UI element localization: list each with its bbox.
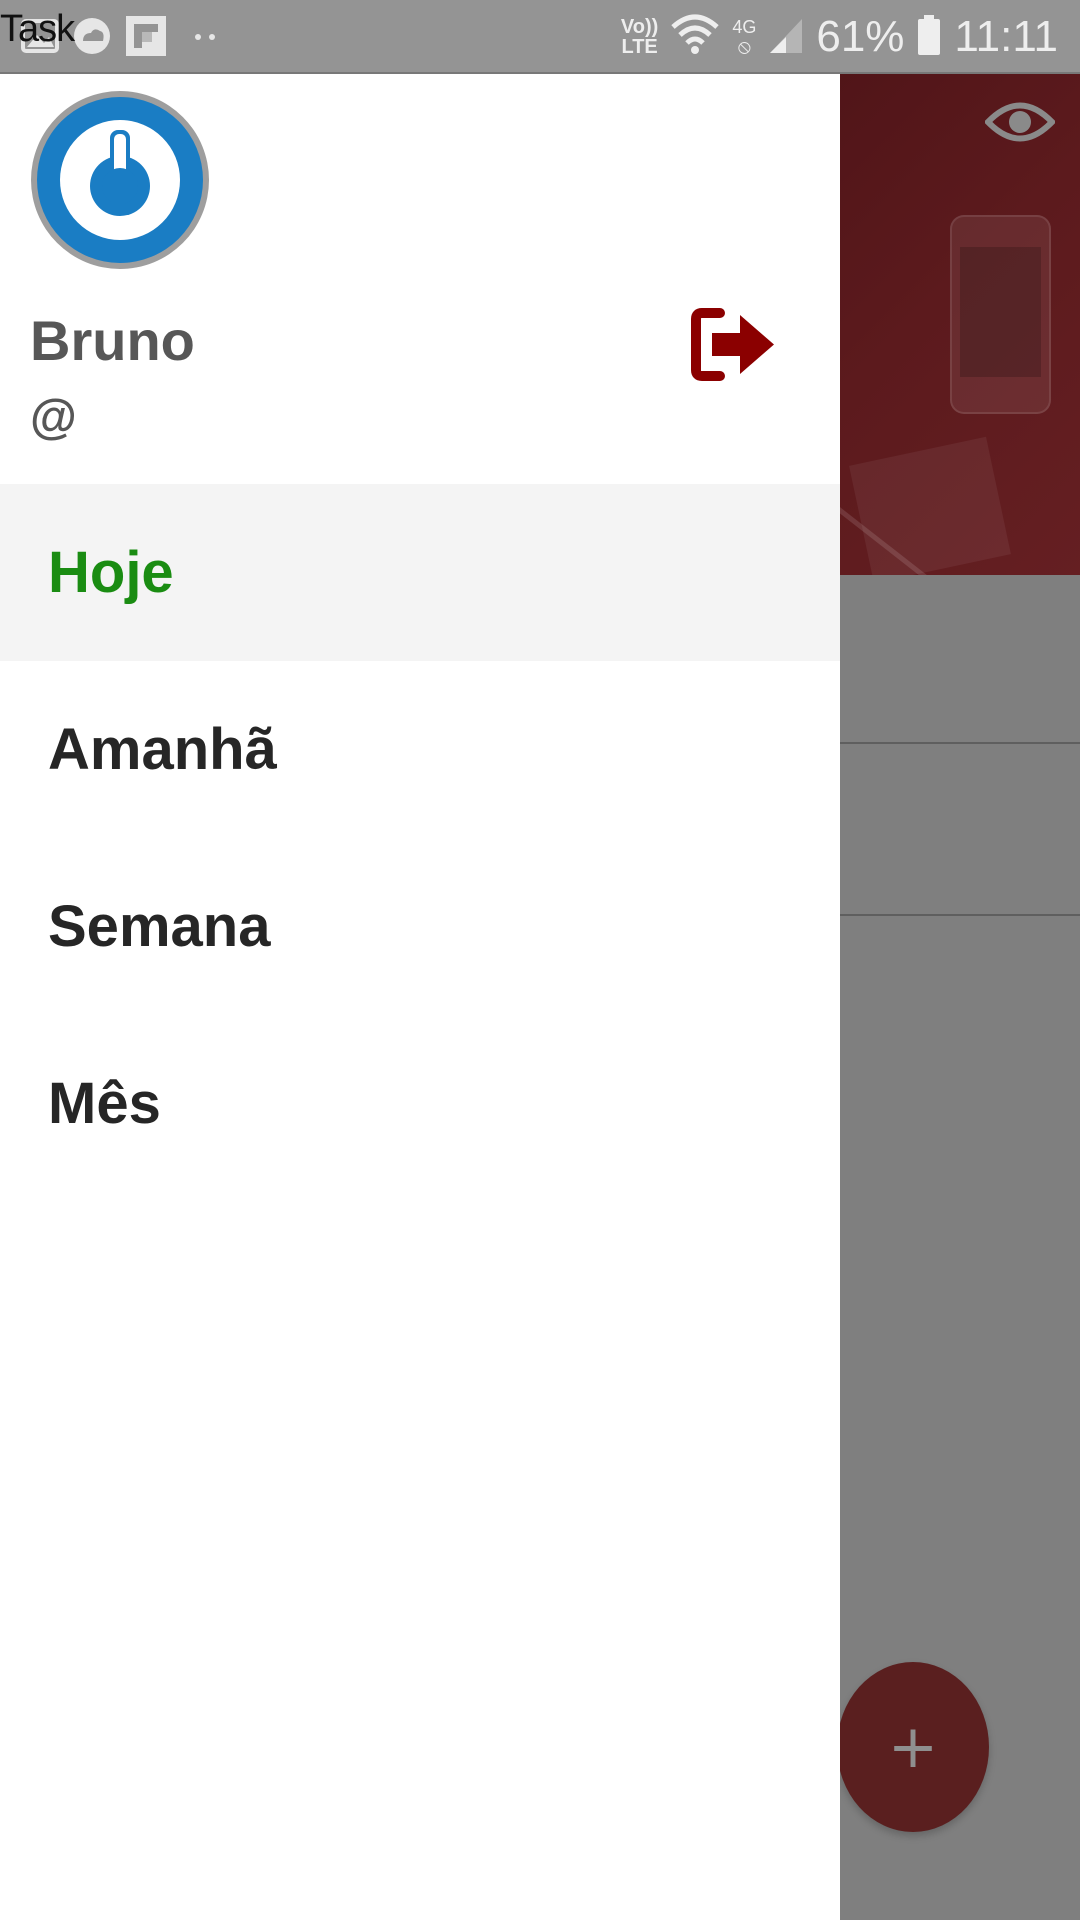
drawer-header: Bruno @ [0,72,840,484]
more-dots-icon [192,30,232,70]
cloud-icon [72,16,112,56]
volte-icon: Vo)) LTE [620,16,659,58]
plus-icon: + [887,1712,939,1782]
user-name: Bruno [30,309,195,372]
app-title: Task [0,8,75,50]
screen: + Task Vo)) LTE 4G ⦸ 61% 11:11 Bruno @ H… [0,0,1080,1920]
menu-item-amanha[interactable]: Amanhã [0,661,840,838]
user-handle: @ [30,391,77,444]
menu-item-hoje[interactable]: Hoje [0,484,840,661]
battery-percent: 61% [816,12,905,61]
logout-icon[interactable] [690,307,780,382]
avatar[interactable] [30,90,210,270]
signal-icon [768,15,804,60]
status-indicators: Vo)) LTE 4G ⦸ 61% 11:11 [621,10,1058,64]
flipboard-icon [126,16,166,56]
hero-paper-decoration [849,436,1011,575]
clock: 11:11 [954,12,1058,61]
menu-item-mes[interactable]: Mês [0,1015,840,1192]
battery-icon [916,14,942,61]
wifi-icon [670,13,720,62]
status-bar: Task Vo)) LTE 4G ⦸ 61% 11:11 [0,0,1080,74]
navigation-drawer: Bruno @ Hoje Amanhã Semana Mês [0,72,840,1920]
menu-item-semana[interactable]: Semana [0,838,840,1015]
add-task-button[interactable]: + [837,1662,989,1832]
mobile-data-icon: 4G ⦸ [732,17,757,58]
eye-icon[interactable] [983,95,1057,150]
drawer-menu: Hoje Amanhã Semana Mês [0,484,840,1192]
hero-phone-decoration [950,215,1051,414]
